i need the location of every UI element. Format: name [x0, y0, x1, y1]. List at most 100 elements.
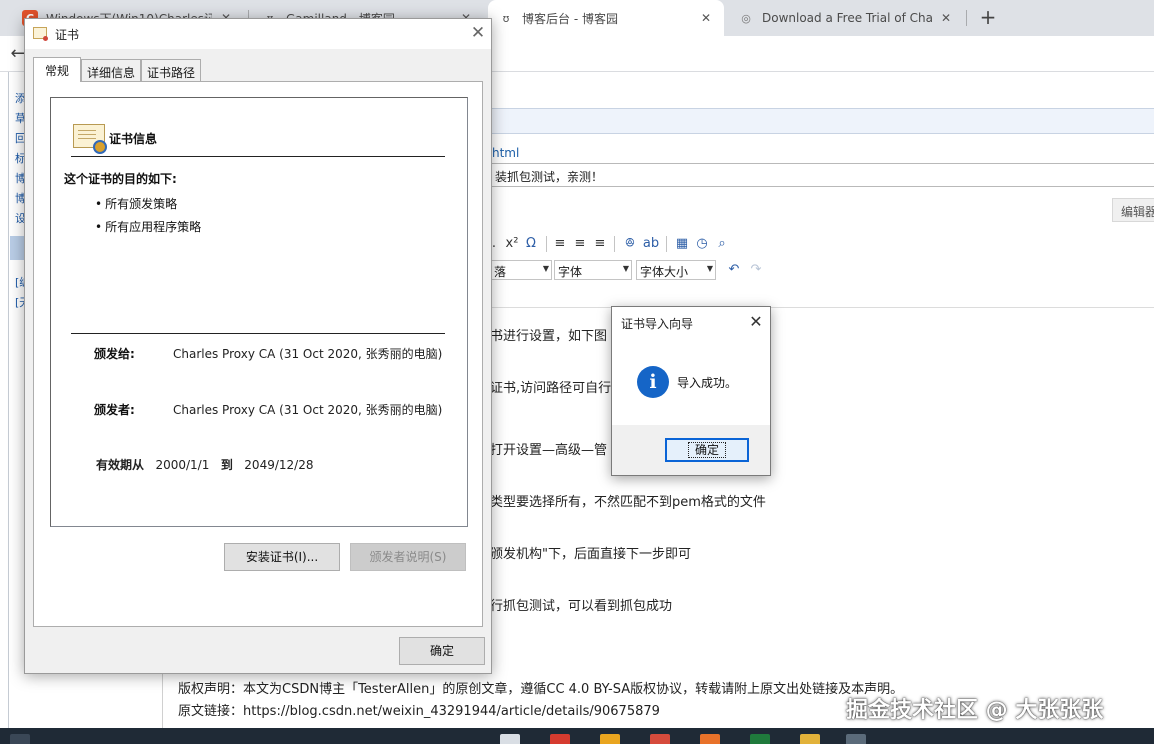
browser-tab-active[interactable]: ʊ 博客后台 - 博客园 ✕ [488, 0, 724, 36]
divider [71, 333, 445, 334]
certificate-icon [33, 27, 48, 41]
close-icon[interactable]: ✕ [746, 312, 766, 332]
editor-content-area[interactable]: 书进行设置，如下图 证书,访问路径可自行 打开设置—高级—管 类型要选择所有，不… [490, 307, 1154, 667]
browser-tab-title: Download a Free Trial of Charl [762, 11, 932, 25]
purpose-text: 所有应用程序策略 [105, 220, 202, 234]
issued-to-value: Charles Proxy CA (31 Oct 2020, 张秀丽的电脑) [173, 347, 443, 361]
paragraph-format-value: 落 [494, 265, 507, 279]
validity-row: 有效期从 2000/1/1 到 2049/12/28 [96, 456, 313, 473]
chevron-down-icon: ▼ [706, 264, 713, 273]
certificate-dialog: 证书 ✕ 常规 详细信息 证书路径 证书信息 这个证书的目的如下: • 所有颁发策… [24, 18, 492, 674]
taskbar-app-icon[interactable] [700, 734, 720, 744]
valid-from-label: 有效期从 [96, 458, 145, 472]
align-right-icon[interactable]: ≡ [592, 235, 608, 253]
charles-icon: ◎ [741, 11, 751, 25]
post-title-input[interactable]: 装抓包测试，亲测！ [490, 163, 1154, 187]
taskbar-app-icon[interactable] [550, 734, 570, 744]
editor-mode-button[interactable]: 编辑器 [1112, 198, 1154, 222]
issued-by-value: Charles Proxy CA (31 Oct 2020, 张秀丽的电脑) [173, 403, 443, 417]
preview-icon[interactable]: ⌕ [714, 235, 730, 253]
paragraph-format-select[interactable]: 落 ▼ [490, 260, 552, 280]
post-url-link[interactable]: html [492, 146, 519, 160]
browser-tab-title: 博客后台 - 博客园 [522, 11, 618, 26]
find-icon[interactable]: ꔮ [622, 235, 638, 253]
dialog-title: 证书导入向导 [621, 317, 694, 331]
watermark: 掘金技术社区 @ 大张张张 [846, 698, 1104, 723]
tab-panel-general: 证书信息 这个证书的目的如下: • 所有颁发策略 • 所有应用程序策略 颁发给: C… [33, 81, 483, 627]
success-message: 导入成功。 [677, 376, 738, 390]
start-icon[interactable] [10, 734, 30, 744]
font-family-select[interactable]: 字体 ▼ [554, 260, 632, 280]
taskbar-app-icon[interactable] [800, 734, 820, 744]
editor-toolbar: . x² Ω ≡ ≡ ≡ ꔮ ab ▦ ◷ ⌕ 落 ▼ 字体 ▼ 字体大小 ▼ … [490, 232, 1154, 288]
tab-close-icon[interactable]: ✕ [938, 11, 954, 25]
sidebar: 添 草 回 标 博 博 设 [编 [无 [8, 72, 32, 728]
issuer-statement-button[interactable]: 颁发者说明(S) [350, 543, 466, 571]
import-wizard-dialog: 证书导入向导 ✕ i 导入成功。 确定 [611, 306, 771, 476]
dialog-footer: 确定 [612, 425, 770, 475]
content-line: 打开设置—高级—管 [490, 443, 608, 458]
ok-button[interactable]: 确定 [399, 637, 485, 665]
valid-from-value: 2000/1/1 [155, 458, 210, 472]
clock-icon[interactable]: ◷ [694, 235, 710, 253]
tab-divider [966, 10, 967, 26]
font-family-value: 字体 [558, 265, 583, 279]
purpose-text: 所有颁发策略 [105, 197, 178, 211]
content-line: 证书,访问路径可自行 [490, 381, 612, 396]
toolbar-divider [666, 236, 667, 252]
toolbar-divider [546, 236, 547, 252]
tab-general[interactable]: 常规 [33, 57, 81, 82]
taskbar-app-icon[interactable] [600, 734, 620, 744]
superscript-icon[interactable]: x² [504, 235, 520, 253]
copyright-notice: 版权声明：本文为CSDN博主「TesterAllen」的原创文章，遵循CC 4.… [178, 682, 904, 697]
editor-header-strip [490, 108, 1154, 134]
replace-icon[interactable]: ab [642, 235, 660, 253]
divider [71, 156, 445, 157]
tab-cert-path[interactable]: 证书路径 [141, 59, 201, 81]
blog-icon: ʊ [502, 11, 510, 25]
purpose-item: • 所有应用程序策略 [95, 218, 201, 235]
content-border [162, 672, 163, 728]
browser-tab[interactable]: ◎ Download a Free Trial of Charl ✕ [728, 0, 964, 36]
align-center-icon[interactable]: ≡ [572, 235, 588, 253]
bullet-icon: • [95, 197, 103, 211]
content-line: 颁发机构"下，后面直接下一步即可 [490, 547, 691, 562]
certificate-info-heading: 证书信息 [109, 132, 158, 146]
undo-icon[interactable]: ↶ [726, 261, 742, 279]
new-tab-button[interactable]: + [976, 4, 1000, 30]
toolbar-divider [614, 236, 615, 252]
dialog-title: 证书 [55, 28, 80, 42]
special-char-icon[interactable]: Ω [523, 235, 539, 253]
install-certificate-button[interactable]: 安装证书(I)... [224, 543, 340, 571]
date-icon[interactable]: ▦ [674, 235, 690, 253]
redo-icon[interactable]: ↷ [748, 261, 764, 279]
align-left-icon[interactable]: ≡ [552, 235, 568, 253]
ok-button[interactable]: 确定 [665, 438, 749, 462]
taskbar-app-icon[interactable] [650, 734, 670, 744]
issued-by-label: 颁发者: [94, 403, 135, 417]
font-size-select[interactable]: 字体大小 ▼ [636, 260, 716, 280]
taskbar-app-icon[interactable] [750, 734, 770, 744]
bullet-icon: • [95, 220, 103, 234]
taskbar-app-icon[interactable] [500, 734, 520, 744]
purpose-heading: 这个证书的目的如下: [64, 172, 177, 186]
tab-close-icon[interactable]: ✕ [698, 11, 714, 25]
content-line: 书进行设置，如下图 [490, 329, 608, 344]
tab-details[interactable]: 详细信息 [81, 59, 141, 81]
dialog-titlebar: 证书 ✕ [25, 19, 491, 49]
valid-to-label: 到 [220, 458, 233, 472]
valid-to-value: 2049/12/28 [244, 458, 314, 472]
chevron-down-icon: ▼ [622, 264, 629, 273]
source-link[interactable]: 原文链接：https://blog.csdn.net/weixin_432919… [178, 700, 660, 719]
chevron-down-icon: ▼ [542, 264, 549, 273]
font-size-value: 字体大小 [640, 265, 689, 279]
ok-button-label: 确定 [687, 442, 726, 458]
content-line: 行抓包测试，可以看到抓包成功 [490, 599, 673, 614]
close-icon[interactable]: ✕ [467, 22, 489, 44]
windows-taskbar [0, 728, 1154, 744]
issued-to-label: 颁发给: [94, 347, 135, 361]
certificate-icon [73, 124, 107, 154]
info-icon: i [637, 366, 669, 398]
certificate-info-box: 证书信息 这个证书的目的如下: • 所有颁发策略 • 所有应用程序策略 颁发给: C… [50, 97, 468, 527]
taskbar-app-icon[interactable] [846, 734, 866, 744]
